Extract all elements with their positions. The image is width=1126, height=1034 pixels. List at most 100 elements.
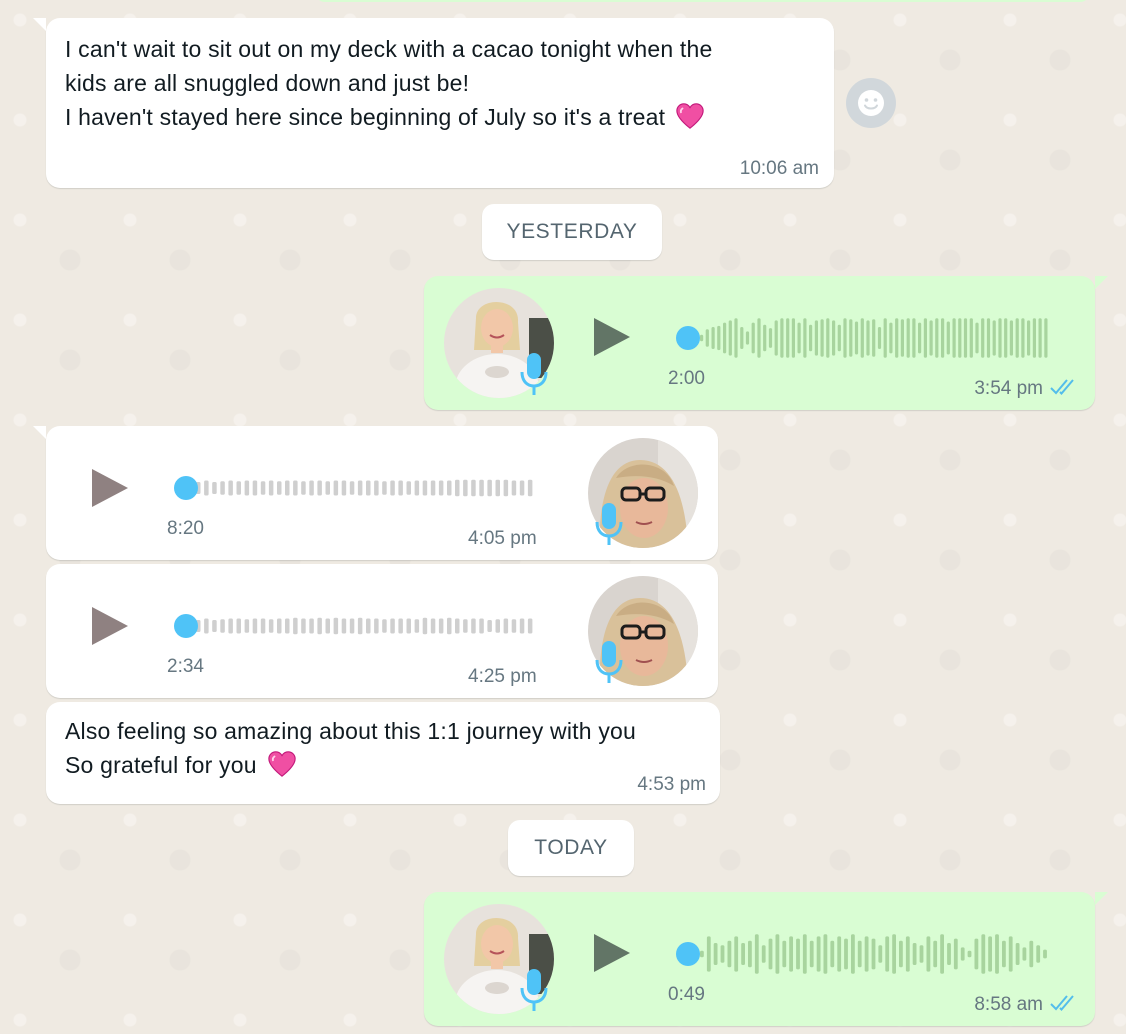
waveform-bar xyxy=(236,618,241,634)
waveform-bar xyxy=(357,617,363,635)
waveform-bar xyxy=(1015,943,1020,965)
waveform-bar xyxy=(471,618,476,634)
waveform-bar xyxy=(341,618,347,634)
waveform-bar xyxy=(398,618,403,634)
waveform-bar xyxy=(447,480,452,496)
waveform-bar xyxy=(527,618,533,634)
waveform-bar xyxy=(511,480,517,496)
waveform-bar xyxy=(277,618,282,634)
waveform-bar xyxy=(1022,947,1027,961)
waveform-bar xyxy=(212,482,217,494)
playback-progress-dot[interactable] xyxy=(676,326,700,350)
waveform[interactable] xyxy=(700,932,1050,976)
waveform-bar xyxy=(220,481,225,495)
waveform-bar xyxy=(228,618,233,634)
waveform-bar xyxy=(366,480,371,496)
waveform-bar xyxy=(974,938,979,970)
waveform-bar xyxy=(349,481,355,495)
waveform-bar xyxy=(1015,318,1019,358)
voice-message-bubble[interactable]: 2:00 3:54 pm xyxy=(424,276,1108,410)
voice-duration: 0:49 xyxy=(668,984,705,1005)
voice-message-bubble[interactable]: 0:49 8:58 am xyxy=(424,892,1108,1026)
playback-progress-dot[interactable] xyxy=(174,614,198,638)
waveform-bar xyxy=(212,620,217,632)
waveform-bar xyxy=(912,943,917,965)
waveform-bar xyxy=(414,619,420,633)
waveform-bar xyxy=(975,322,979,354)
waveform-bar xyxy=(953,938,958,970)
waveform-bar xyxy=(998,318,1002,358)
waveform-bar xyxy=(988,936,992,972)
waveform-bar xyxy=(374,618,379,634)
waveform-bar xyxy=(892,934,896,974)
waveform-bar xyxy=(814,320,818,356)
waveform-bar xyxy=(717,325,721,351)
react-emoji-button[interactable] xyxy=(846,78,896,128)
waveform[interactable] xyxy=(196,473,536,503)
waveform-bar xyxy=(986,318,991,358)
waveform-bar xyxy=(711,327,715,349)
date-divider: YESTERDAY xyxy=(482,204,662,260)
waveform-bar xyxy=(740,327,744,349)
waveform-bar xyxy=(958,318,962,358)
waveform-bar xyxy=(1038,318,1042,358)
smiley-icon xyxy=(858,90,884,116)
waveform-bar xyxy=(748,940,752,968)
message-time-text: 8:58 am xyxy=(974,994,1043,1015)
waveform-bar xyxy=(837,324,841,352)
waveform-bar xyxy=(969,318,973,358)
waveform-bar xyxy=(1021,318,1025,358)
waveform-bar xyxy=(830,940,835,968)
waveform-bar xyxy=(763,324,767,352)
waveform-bar xyxy=(791,318,795,358)
message-time: 10:06 am xyxy=(739,158,819,179)
waveform-bar xyxy=(820,319,824,357)
waveform-bar xyxy=(1002,940,1006,968)
waveform-bar xyxy=(455,618,460,634)
waveform-bar xyxy=(981,934,986,974)
message-bubble[interactable]: Also feeling so amazing about this 1:1 j… xyxy=(46,702,720,804)
playback-progress-dot[interactable] xyxy=(676,942,700,966)
waveform-bar xyxy=(933,940,938,968)
message-text: I can't wait to sit out on my deck with … xyxy=(65,32,712,134)
waveform-bar xyxy=(244,619,250,633)
message-bubble[interactable]: I can't wait to sit out on my deck with … xyxy=(33,18,834,188)
voice-message-bubble[interactable]: 8:20 4:05 pm xyxy=(33,426,718,560)
waveform-bar xyxy=(527,479,533,497)
waveform-bar xyxy=(923,318,927,358)
message-line: kids are all snuggled down and just be! xyxy=(65,70,470,96)
waveform-bar xyxy=(277,481,282,495)
heart-emoji-icon xyxy=(268,751,296,777)
waveform-bar xyxy=(877,327,882,349)
waveform[interactable] xyxy=(700,316,1050,360)
voice-message-bubble[interactable]: 2:34 4:25 pm xyxy=(46,564,718,698)
message-line-text: I haven't stayed here since beginning of… xyxy=(65,104,666,130)
waveform-bar xyxy=(919,945,924,963)
play-button[interactable] xyxy=(592,932,632,974)
playback-progress-dot[interactable] xyxy=(174,476,198,500)
message-line: Also feeling so amazing about this 1:1 j… xyxy=(65,718,636,744)
play-button[interactable] xyxy=(90,605,130,647)
waveform[interactable] xyxy=(196,611,536,641)
waveform-bar xyxy=(768,938,773,970)
waveform-bar xyxy=(260,481,266,495)
waveform-bar xyxy=(204,480,209,496)
waveform-bar xyxy=(780,318,784,358)
waveform-bar xyxy=(317,617,322,635)
heart-emoji-icon xyxy=(676,103,704,129)
waveform-bar xyxy=(929,320,933,356)
waveform-bar xyxy=(774,320,778,356)
play-button[interactable] xyxy=(90,467,130,509)
waveform-bar xyxy=(341,480,347,496)
message-line: I can't wait to sit out on my deck with … xyxy=(65,36,713,62)
waveform-bar xyxy=(228,480,233,496)
waveform-bar xyxy=(285,618,290,634)
waveform-bar xyxy=(981,318,985,358)
message-line: I haven't stayed here since beginning of… xyxy=(65,100,712,134)
waveform-bar xyxy=(260,618,266,634)
waveform-bar xyxy=(390,618,395,634)
waveform-bar xyxy=(430,618,436,634)
play-button[interactable] xyxy=(592,316,632,358)
waveform-bar xyxy=(757,318,761,358)
waveform-bar xyxy=(816,936,821,972)
